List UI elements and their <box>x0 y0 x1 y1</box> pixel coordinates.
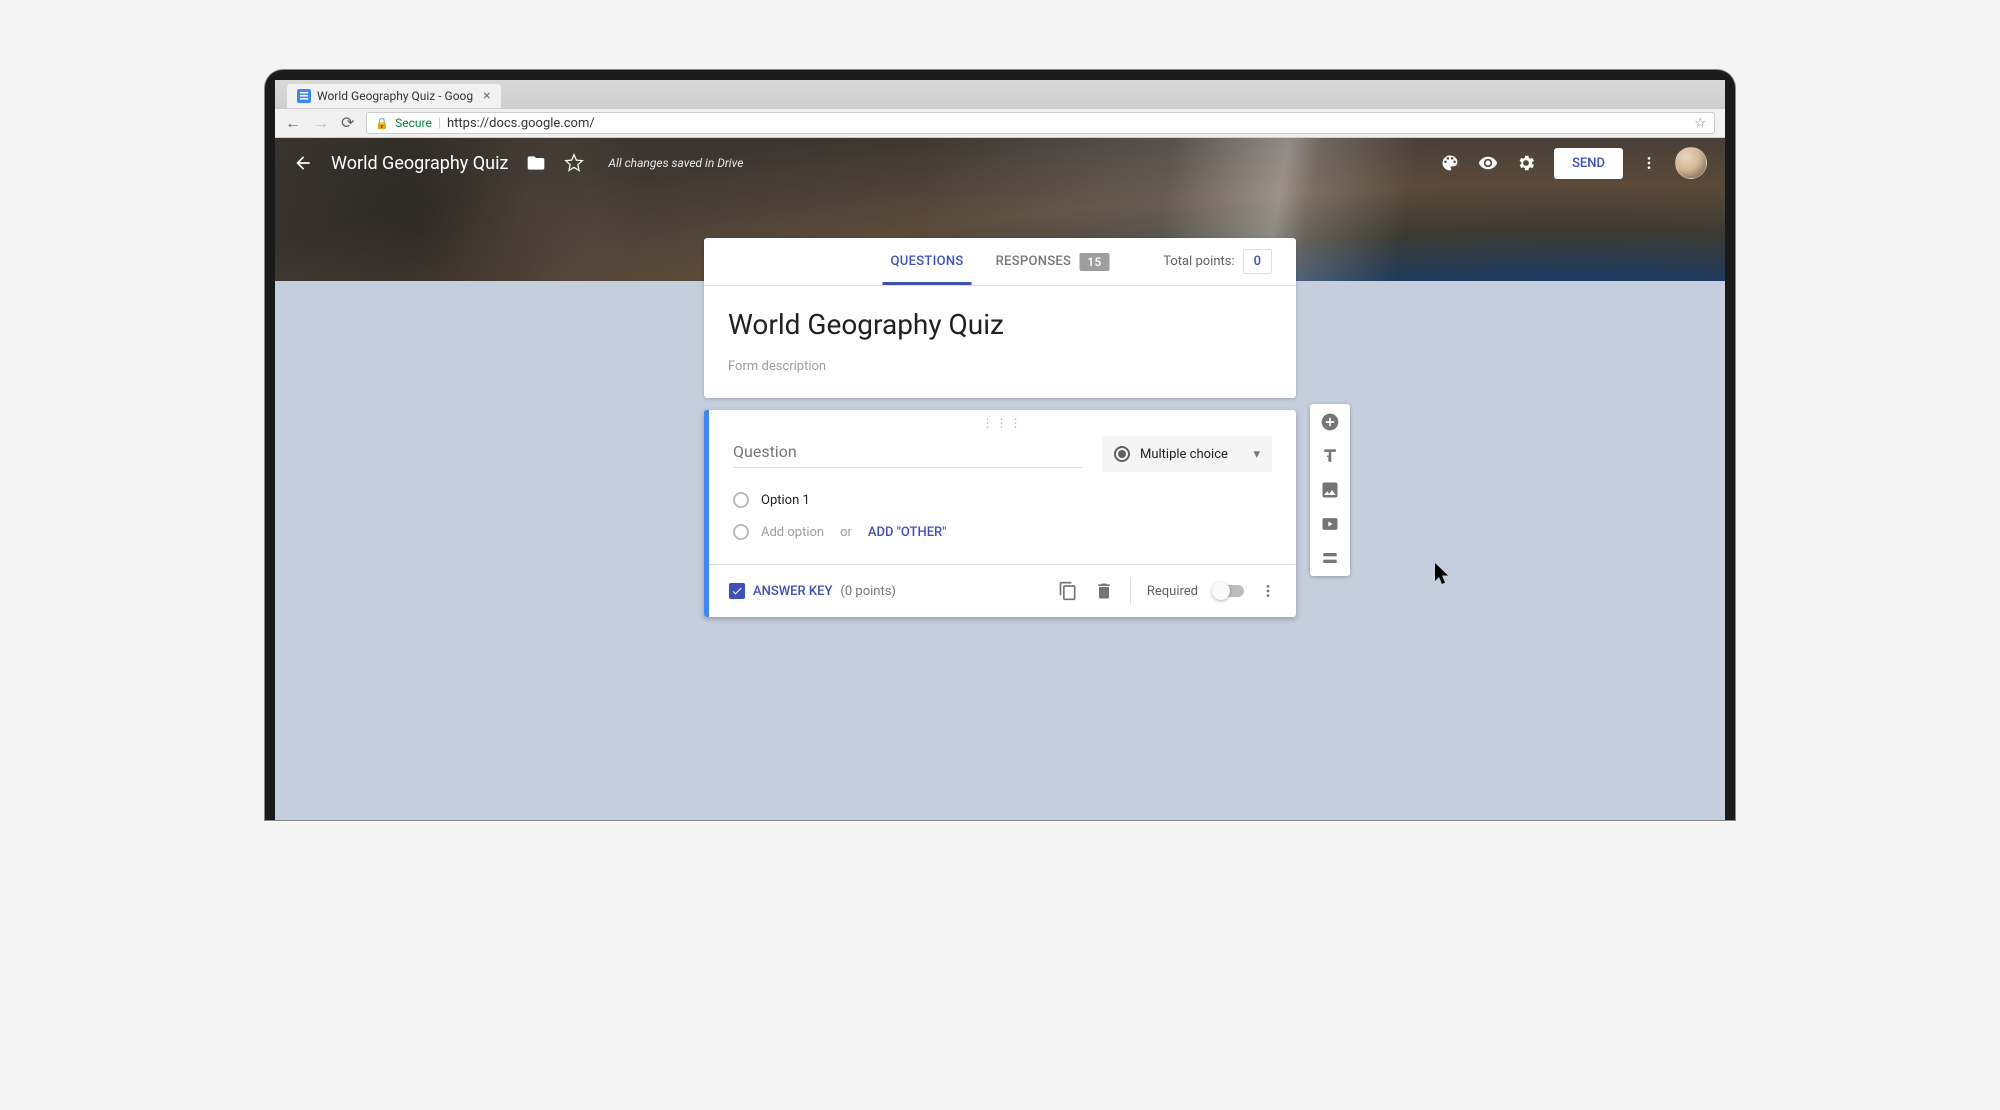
add-other-button[interactable]: ADD "OTHER" <box>868 525 946 540</box>
radio-icon <box>1114 446 1130 462</box>
add-video-icon[interactable] <box>1320 514 1340 534</box>
form-cards-container: QUESTIONS RESPONSES 15 Total points: 0 W… <box>704 238 1296 617</box>
lock-icon: 🔒 <box>375 117 389 130</box>
mouse-cursor-icon <box>1435 563 1453 587</box>
browser-back-icon[interactable]: ← <box>285 115 301 131</box>
form-title-section: World Geography Quiz Form description <box>704 286 1296 398</box>
back-arrow-icon[interactable] <box>293 153 313 173</box>
footer-divider <box>1130 577 1131 605</box>
folder-icon[interactable] <box>526 153 546 173</box>
screen: World Geography Quiz - Goog × ← → ⟳ 🔒 Se… <box>275 80 1725 820</box>
or-label: or <box>840 525 852 540</box>
url-text: https://docs.google.com/ <box>447 116 595 131</box>
tab-questions[interactable]: QUESTIONS <box>891 238 964 285</box>
app-header: World Geography Quiz All changes saved i… <box>275 138 1725 188</box>
chevron-down-icon: ▾ <box>1253 447 1260 462</box>
url-divider: | <box>438 116 441 131</box>
checkbox-checked-icon <box>729 583 745 599</box>
browser-tab[interactable]: World Geography Quiz - Goog × <box>287 84 501 108</box>
close-tab-icon[interactable]: × <box>483 88 490 104</box>
option-row[interactable]: Option 1 <box>733 484 1272 516</box>
add-title-icon[interactable] <box>1320 446 1340 466</box>
browser-tab-strip: World Geography Quiz - Goog × <box>275 80 1725 108</box>
form-header-title[interactable]: World Geography Quiz <box>331 153 508 174</box>
question-card: ⋮⋮⋮ Multiple choice ▾ Option 1 Add optio… <box>704 410 1296 617</box>
total-points-value: 0 <box>1243 249 1272 274</box>
add-option-row: Add option or ADD "OTHER" <box>733 516 1272 548</box>
form-description-input[interactable]: Form description <box>728 359 1272 374</box>
save-status: All changes saved in Drive <box>608 156 743 170</box>
options-list: Option 1 Add option or ADD "OTHER" <box>709 484 1296 564</box>
add-image-icon[interactable] <box>1320 480 1340 500</box>
browser-reload-icon[interactable]: ⟳ <box>341 115 354 131</box>
url-input[interactable]: 🔒 Secure | https://docs.google.com/ ☆ <box>366 112 1715 134</box>
bookmark-star-icon[interactable]: ☆ <box>1694 116 1706 131</box>
required-label: Required <box>1147 584 1198 599</box>
add-question-icon[interactable] <box>1320 412 1340 432</box>
laptop-bezel: World Geography Quiz - Goog × ← → ⟳ 🔒 Se… <box>265 70 1735 820</box>
question-type-label: Multiple choice <box>1140 447 1228 462</box>
preview-eye-icon[interactable] <box>1478 153 1498 173</box>
user-avatar[interactable] <box>1675 147 1707 179</box>
trash-icon[interactable] <box>1094 581 1114 601</box>
tab-responses[interactable]: RESPONSES 15 <box>996 238 1110 285</box>
secure-label: Secure <box>395 116 432 130</box>
forms-app: World Geography Quiz All changes saved i… <box>275 138 1725 820</box>
tab-questions-label: QUESTIONS <box>891 254 964 269</box>
gear-icon[interactable] <box>1516 153 1536 173</box>
tab-responses-label: RESPONSES <box>996 254 1072 269</box>
more-vert-icon[interactable] <box>1260 581 1276 601</box>
option-text[interactable]: Option 1 <box>761 493 810 508</box>
drag-handle-icon[interactable]: ⋮⋮⋮ <box>709 410 1296 432</box>
star-outline-icon[interactable] <box>564 153 584 173</box>
laptop-frame: World Geography Quiz - Goog × ← → ⟳ 🔒 Se… <box>265 70 1735 820</box>
responses-count-badge: 15 <box>1079 253 1109 271</box>
add-option-button[interactable]: Add option <box>761 525 824 540</box>
question-type-dropdown[interactable]: Multiple choice ▾ <box>1102 436 1272 472</box>
form-tabs-row: QUESTIONS RESPONSES 15 Total points: 0 <box>704 238 1296 286</box>
answer-key-button[interactable]: ANSWER KEY (0 points) <box>729 583 896 599</box>
option-radio-icon <box>733 524 749 540</box>
total-points: Total points: 0 <box>1163 249 1272 274</box>
browser-address-bar: ← → ⟳ 🔒 Secure | https://docs.google.com… <box>275 108 1725 138</box>
form-header-card: QUESTIONS RESPONSES 15 Total points: 0 W… <box>704 238 1296 398</box>
browser-tab-title: World Geography Quiz - Goog <box>317 89 473 103</box>
form-title-input[interactable]: World Geography Quiz <box>728 308 1272 341</box>
send-button[interactable]: SEND <box>1554 148 1623 179</box>
option-radio-icon <box>733 492 749 508</box>
required-toggle[interactable] <box>1214 585 1244 597</box>
question-title-input[interactable] <box>733 436 1082 468</box>
points-label: (0 points) <box>840 584 896 599</box>
add-section-icon[interactable] <box>1320 548 1340 568</box>
question-footer: ANSWER KEY (0 points) Required <box>709 564 1296 617</box>
browser-forward-icon[interactable]: → <box>313 115 329 131</box>
side-toolbar <box>1310 404 1350 576</box>
forms-favicon-icon <box>297 89 311 103</box>
palette-icon[interactable] <box>1440 153 1460 173</box>
copy-icon[interactable] <box>1058 581 1078 601</box>
more-vert-icon[interactable] <box>1641 153 1657 173</box>
browser-nav-controls: ← → ⟳ <box>285 115 354 131</box>
answer-key-label: ANSWER KEY <box>753 584 832 599</box>
total-points-label: Total points: <box>1163 254 1234 269</box>
